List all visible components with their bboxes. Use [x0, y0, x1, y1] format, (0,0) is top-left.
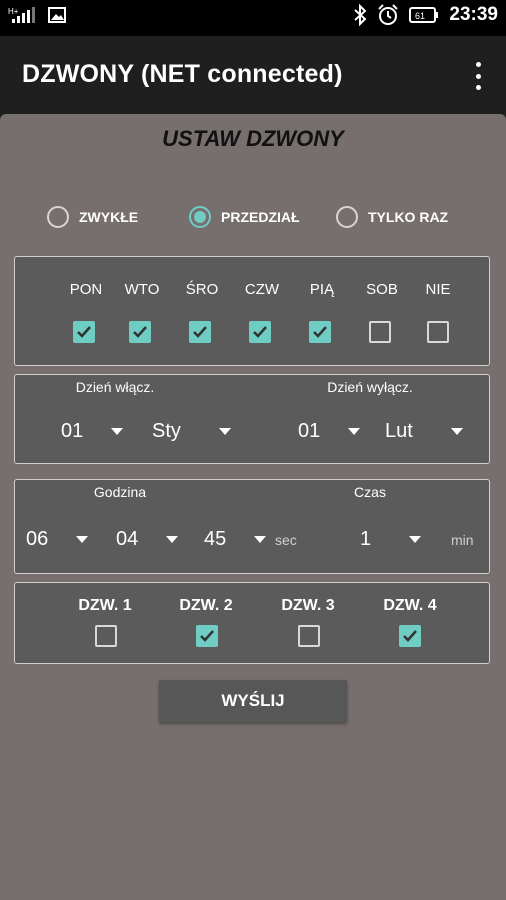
dropdown-arrow-icon [166, 536, 178, 543]
date-on-label: Dzień włącz. [75, 379, 155, 395]
dropdown-arrow-icon [451, 428, 463, 435]
checkbox-pia[interactable] [309, 321, 331, 343]
checkbox-bell-1[interactable] [95, 625, 117, 647]
bell-label-1: DZW. 1 [78, 597, 132, 614]
radio-tylko-raz[interactable]: TYLKO RAZ [336, 206, 448, 228]
send-button[interactable]: WYŚLIJ [159, 680, 347, 722]
radio-przedzial[interactable]: PRZEDZIAŁ [189, 206, 300, 228]
check-icon [403, 630, 417, 642]
hour-label: Godzina [93, 484, 147, 500]
dropdown-arrow-icon [219, 428, 231, 435]
dropdown-arrow-icon [409, 536, 421, 543]
radio-button-selected[interactable] [189, 206, 211, 228]
day-label-nie: NIE [425, 281, 451, 298]
image-icon [48, 7, 66, 23]
check-icon [77, 326, 91, 338]
checkbox-pon[interactable] [73, 321, 95, 343]
radio-zwykle[interactable]: ZWYKŁE [47, 206, 138, 228]
off-day-value: 01 [298, 420, 321, 442]
hour-value: 06 [26, 528, 49, 550]
dropdown-arrow-icon [76, 536, 88, 543]
page-title: USTAW DZWONY [162, 126, 344, 151]
main-panel: USTAW DZWONY ZWYKŁE PRZEDZIAŁ TYLKO RAZ … [0, 114, 506, 900]
day-label-wto: WTO [124, 281, 160, 298]
second-value: 45 [204, 528, 227, 550]
overflow-menu-icon[interactable] [472, 62, 484, 90]
check-icon [133, 326, 147, 338]
check-icon [200, 630, 214, 642]
check-icon [193, 326, 207, 338]
checkbox-bell-2[interactable] [196, 625, 218, 647]
status-bar: H+ 61 23:39 [0, 0, 506, 36]
day-label-sro: ŚRO [185, 281, 219, 298]
dropdown-arrow-icon [348, 428, 360, 435]
date-range-box: Dzień włącz. Dzień wyłącz. 01 Sty 01 Lut [14, 374, 490, 464]
checkbox-sob[interactable] [369, 321, 391, 343]
svg-text:H+: H+ [8, 7, 19, 16]
clock: 23:39 [449, 4, 498, 25]
radio-label: PRZEDZIAŁ [221, 209, 300, 225]
duration-value: 1 [360, 528, 372, 550]
weekday-box: PON WTO ŚRO CZW PIĄ SOB NIE [14, 256, 490, 366]
checkbox-bell-3[interactable] [298, 625, 320, 647]
bell-label-3: DZW. 3 [281, 597, 335, 614]
duration-label: Czas [354, 484, 386, 500]
checkbox-bell-4[interactable] [399, 625, 421, 647]
svg-text:61: 61 [415, 11, 425, 21]
alarm-icon [378, 4, 399, 25]
checkbox-nie[interactable] [427, 321, 449, 343]
radio-button[interactable] [47, 206, 69, 228]
bluetooth-icon [354, 4, 367, 26]
day-label-pon: PON [69, 281, 103, 298]
signal-icon: H+ [8, 7, 35, 23]
day-label-sob: SOB [366, 281, 398, 298]
radio-label: TYLKO RAZ [368, 209, 449, 225]
dropdown-arrow-icon [254, 536, 266, 543]
bell-label-2: DZW. 2 [179, 597, 233, 614]
day-label-czw: CZW [244, 281, 280, 298]
check-icon [253, 326, 267, 338]
min-unit: min [451, 532, 474, 548]
sec-unit: sec [275, 532, 297, 548]
bells-box: DZW. 1 DZW. 2 DZW. 3 DZW. 4 [14, 582, 490, 664]
checkbox-wto[interactable] [129, 321, 151, 343]
radio-label: ZWYKŁE [79, 209, 139, 225]
battery-icon: 61 [409, 7, 439, 23]
on-month-value: Sty [152, 420, 181, 442]
day-label-pia: PIĄ [309, 281, 335, 298]
on-day-value: 01 [61, 420, 84, 442]
checkbox-sro[interactable] [189, 321, 211, 343]
date-off-label: Dzień wyłącz. [327, 379, 413, 395]
time-box: Godzina Czas 06 04 45 sec 1 min [14, 479, 490, 574]
off-month-value: Lut [385, 420, 413, 442]
app-title: DZWONY (NET connected) [22, 60, 343, 88]
radio-button[interactable] [336, 206, 358, 228]
app-bar: DZWONY (NET connected) [0, 36, 506, 116]
bell-label-4: DZW. 4 [383, 597, 437, 614]
checkbox-czw[interactable] [249, 321, 271, 343]
minute-value: 04 [116, 528, 139, 550]
check-icon [313, 326, 327, 338]
dropdown-arrow-icon [111, 428, 123, 435]
